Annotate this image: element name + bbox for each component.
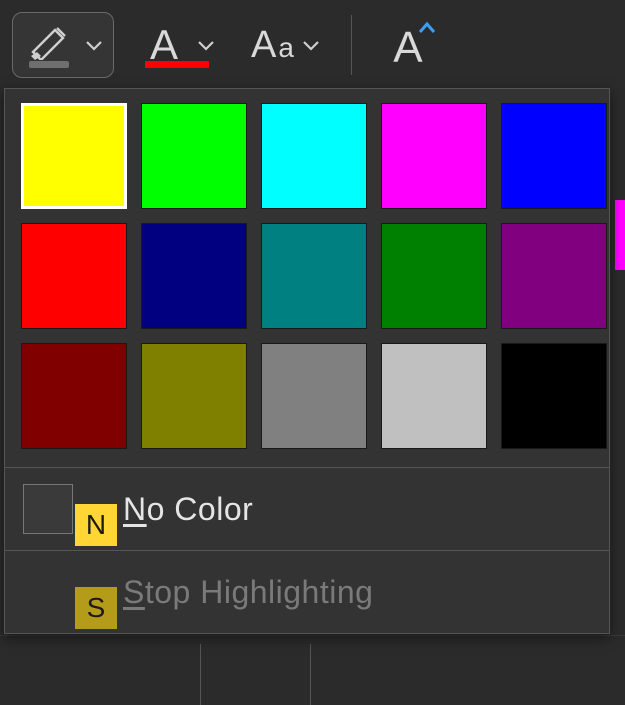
color-swatch-teal[interactable]: [261, 223, 367, 329]
color-swatch-navy[interactable]: [141, 223, 247, 329]
chevron-down-icon: [85, 39, 103, 51]
color-swatch-silver[interactable]: [381, 343, 487, 449]
highlight-color-dropdown: N No Color S Stop Highlighting: [4, 88, 610, 634]
color-swatch-yellow[interactable]: [21, 103, 127, 209]
color-swatch-olive[interactable]: [141, 343, 247, 449]
shortcut-key-badge: S: [75, 587, 117, 629]
color-swatch-red[interactable]: [21, 223, 127, 329]
color-swatch-cyan[interactable]: [261, 103, 367, 209]
color-swatch-grid: [5, 89, 609, 467]
color-swatch-maroon[interactable]: [21, 343, 127, 449]
background-strip: [0, 635, 625, 705]
change-case-icon: Aa: [251, 24, 294, 67]
chevron-down-icon: [302, 39, 320, 51]
color-swatch-lime[interactable]: [141, 103, 247, 209]
no-color-label: No Color: [123, 491, 253, 528]
color-swatch-black[interactable]: [501, 343, 607, 449]
shortcut-key-badge: N: [75, 504, 117, 546]
no-color-item[interactable]: N No Color: [5, 468, 609, 550]
color-swatch-green[interactable]: [381, 223, 487, 329]
font-color-underline: [145, 61, 209, 68]
change-case-button[interactable]: Aa: [240, 12, 331, 78]
stop-highlighting-item[interactable]: S Stop Highlighting: [5, 551, 609, 633]
grow-font-button[interactable]: A: [372, 12, 444, 78]
color-swatch-gray[interactable]: [261, 343, 367, 449]
color-swatch-magenta[interactable]: [381, 103, 487, 209]
font-color-button[interactable]: A: [128, 12, 226, 78]
highlighter-icon: [23, 22, 77, 68]
font-color-icon: A: [139, 20, 189, 70]
chevron-down-icon: [197, 39, 215, 51]
magenta-peek: [615, 200, 625, 270]
no-color-swatch: [23, 484, 73, 534]
grow-font-icon: A: [383, 20, 433, 70]
color-swatch-blue[interactable]: [501, 103, 607, 209]
highlighter-button[interactable]: [12, 12, 114, 78]
stop-highlighting-label: Stop Highlighting: [123, 574, 373, 611]
formatting-toolbar: A Aa A: [0, 0, 625, 88]
color-swatch-purple[interactable]: [501, 223, 607, 329]
toolbar-divider: [351, 15, 352, 75]
